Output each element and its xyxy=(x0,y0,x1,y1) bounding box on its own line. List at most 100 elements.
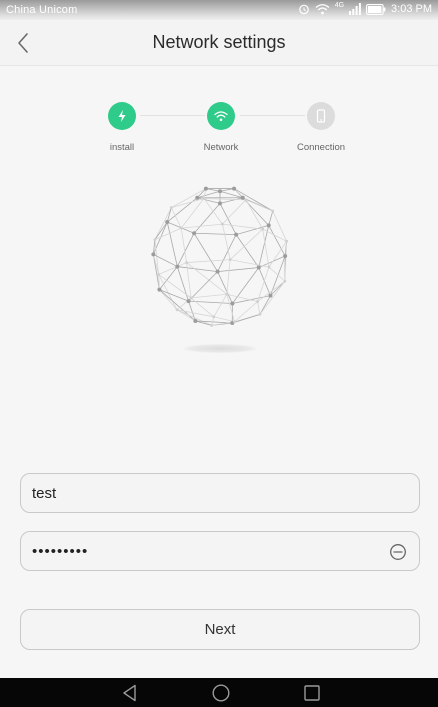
globe-node xyxy=(256,265,261,270)
globe-node xyxy=(165,220,170,225)
globe-edge xyxy=(259,281,286,315)
globe-shadow xyxy=(183,344,257,353)
signal-icon xyxy=(349,3,361,15)
globe-edge xyxy=(217,267,259,273)
step-connection: Connection xyxy=(276,100,366,153)
globe-node xyxy=(228,258,232,262)
globe-node xyxy=(193,318,198,323)
status-icons: 4G 3:03 PM xyxy=(298,1,432,15)
globe-edge xyxy=(180,198,205,229)
globe-node xyxy=(268,293,273,298)
globe-edge xyxy=(154,207,172,240)
step-indicator: install Network Connection xyxy=(0,100,438,160)
header: Network settings xyxy=(0,20,438,66)
globe-node xyxy=(186,299,191,304)
globe-node xyxy=(271,209,275,213)
globe-node xyxy=(153,238,157,242)
globe-edge xyxy=(219,203,237,235)
globe-edge xyxy=(213,316,235,323)
wifi-icon xyxy=(214,111,228,122)
globe-edge xyxy=(166,221,178,267)
globe-node xyxy=(266,223,271,228)
screen: China Unicom 4G 3:03 PM Network settings… xyxy=(0,0,438,707)
globe-edge xyxy=(222,199,247,225)
globe-edge xyxy=(176,266,189,302)
globe-edge xyxy=(270,280,286,296)
globe-edge xyxy=(226,293,258,302)
system-nav-bar xyxy=(0,678,438,707)
home-circle-icon[interactable] xyxy=(211,683,231,703)
wifi-status-icon xyxy=(315,4,330,15)
password-field[interactable] xyxy=(20,531,420,571)
globe-node xyxy=(212,315,216,319)
globe-node xyxy=(283,253,288,258)
step-install-circle xyxy=(108,102,136,130)
alarm-icon xyxy=(298,4,309,15)
globe-node xyxy=(179,226,183,230)
globe-node xyxy=(151,252,156,257)
globe-node xyxy=(203,186,208,191)
globe-node xyxy=(233,320,236,324)
globe-node xyxy=(285,239,289,243)
globe-node xyxy=(244,198,248,202)
globe-edge xyxy=(193,203,221,234)
eye-closed-icon[interactable] xyxy=(389,543,407,561)
globe-edge xyxy=(159,289,189,302)
globe-edge xyxy=(268,225,286,257)
globe-edge xyxy=(205,188,221,192)
globe-edge xyxy=(193,233,218,272)
wifi-name-field[interactable] xyxy=(20,473,420,513)
globe-edge xyxy=(222,223,263,230)
status-bar: China Unicom 4G 3:03 PM xyxy=(0,0,438,20)
battery-icon xyxy=(366,3,386,15)
globe-node xyxy=(189,296,193,300)
globe-node xyxy=(225,292,229,296)
globe-edge xyxy=(219,197,243,204)
phone-icon xyxy=(316,109,326,123)
globe-node xyxy=(157,272,161,276)
globe-node xyxy=(192,231,197,236)
network-type-badge: 4G xyxy=(334,1,345,9)
globe-edge xyxy=(226,259,231,295)
step-connection-circle xyxy=(307,102,335,130)
step-connection-label: Connection xyxy=(296,142,346,153)
globe-edge xyxy=(245,199,264,230)
globe-node xyxy=(175,308,179,312)
globe-edge xyxy=(190,293,227,299)
wifi-name-input[interactable] xyxy=(32,474,382,512)
globe-edge xyxy=(257,280,286,302)
globe-node xyxy=(261,227,265,231)
globe-edge xyxy=(176,309,212,326)
globe-node xyxy=(283,279,287,283)
globe-node xyxy=(234,232,239,237)
globe-edge xyxy=(217,234,237,272)
password-input[interactable] xyxy=(32,532,382,570)
back-triangle-icon[interactable] xyxy=(120,683,140,703)
globe-edge xyxy=(230,259,270,268)
globe-node xyxy=(157,287,162,292)
globe-node xyxy=(202,197,206,200)
globe-edge xyxy=(190,297,215,318)
recents-square-icon[interactable] xyxy=(302,683,322,703)
globe-edge xyxy=(268,210,274,226)
globe-edge xyxy=(186,259,231,263)
next-button[interactable]: Next xyxy=(20,609,420,650)
step-install: install xyxy=(77,100,167,153)
globe-node xyxy=(221,222,224,226)
globe-edge xyxy=(226,294,235,322)
step-network-circle xyxy=(207,102,235,130)
globe-node xyxy=(258,312,262,316)
globe-node xyxy=(230,301,235,306)
globe-edge xyxy=(232,313,261,324)
globe-node xyxy=(256,300,259,303)
step-network-label: Network xyxy=(203,142,239,153)
globe-node xyxy=(218,201,222,206)
carrier-name: China Unicom xyxy=(6,4,78,16)
network-globe-illustration xyxy=(151,186,289,327)
globe-node xyxy=(169,206,173,210)
globe-edge xyxy=(219,188,235,192)
globe-node xyxy=(240,195,245,200)
globe-node xyxy=(185,261,188,264)
clock: 3:03 PM xyxy=(391,3,432,15)
lightning-icon xyxy=(118,110,126,122)
